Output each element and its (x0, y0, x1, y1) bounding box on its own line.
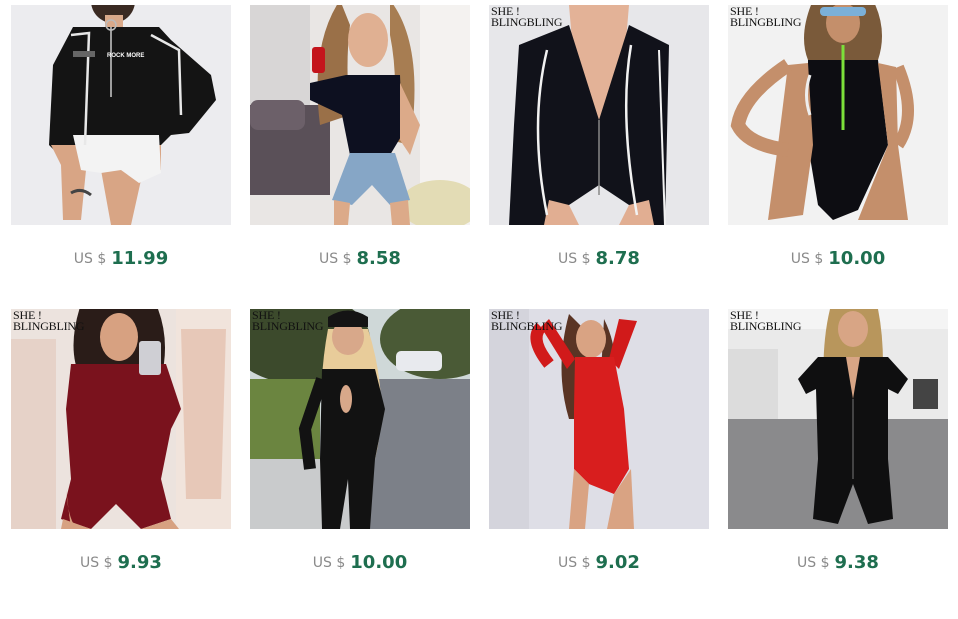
model-black-bodysuit-white-shorts-icon: ROCK MORE (11, 5, 231, 225)
product-card[interactable]: SHE ! BLINGBLING US $8.78 (489, 5, 709, 269)
currency-label: US $ (558, 251, 591, 267)
product-card[interactable]: SHE ! BLINGBLING US $9.02 (489, 309, 709, 573)
price-label: US $9.02 (489, 552, 709, 573)
brand-watermark: SHE ! BLINGBLING (730, 5, 802, 29)
product-image[interactable]: SHE ! BLINGBLING (250, 309, 470, 529)
svg-text:ROCK MORE: ROCK MORE (107, 53, 144, 59)
product-card[interactable]: US $8.58 (250, 5, 470, 269)
brand-watermark: SHE ! BLINGBLING (252, 309, 324, 333)
model-black-zip-romper-icon (728, 309, 948, 529)
model-red-bodysuit-icon (489, 309, 709, 529)
product-image[interactable] (250, 5, 470, 225)
price-label: US $8.78 (489, 248, 709, 269)
currency-label: US $ (558, 555, 591, 571)
model-black-keyhole-bodysuit-street-icon (250, 309, 470, 529)
product-card[interactable]: SHE ! BLINGBLING US $9.93 (11, 309, 231, 573)
product-image[interactable]: SHE ! BLINGBLING (728, 5, 948, 225)
price-value: 8.78 (595, 248, 640, 269)
model-one-shoulder-bodysuit-selfie-icon (250, 5, 470, 225)
model-burgundy-bodysuit-selfie-icon (11, 309, 231, 529)
price-label: US $9.93 (11, 552, 231, 573)
product-card[interactable]: SHE ! BLINGBLING US $9.38 (728, 309, 948, 573)
model-black-zip-swimsuit-icon (728, 5, 948, 225)
currency-label: US $ (73, 251, 107, 267)
product-card[interactable]: SHE ! BLINGBLING US $10.00 (728, 5, 948, 269)
black-zip-bodysuit-closeup-icon (489, 5, 709, 225)
price-label: US $8.58 (250, 248, 470, 269)
brand-watermark: SHE ! BLINGBLING (491, 309, 563, 333)
product-card[interactable]: SHE ! BLINGBLING US $10.00 (250, 309, 470, 573)
product-image[interactable]: SHE ! BLINGBLING (489, 309, 709, 529)
product-image[interactable]: SHE ! BLINGBLING (728, 309, 948, 529)
brand-watermark: SHE ! BLINGBLING (491, 5, 563, 29)
currency-label: US $ (312, 555, 346, 571)
price-label: US $10.00 (728, 248, 948, 269)
price-label: US $10.00 (250, 552, 470, 573)
currency-label: US $ (80, 555, 113, 571)
product-grid: ROCK MORE US $11.99 US $ 8.58 SHE ! BLIN… (0, 0, 958, 619)
currency-label: US $ (797, 555, 830, 571)
currency-label: US $ (319, 251, 352, 267)
price-label: US $9.38 (728, 552, 948, 573)
product-image[interactable]: ROCK MORE (11, 5, 231, 225)
price-label: US $11.99 (11, 248, 231, 269)
price-value: 10.00 (350, 552, 408, 573)
price-value: 9.02 (595, 552, 640, 573)
brand-watermark: SHE ! BLINGBLING (730, 309, 802, 333)
currency-label: US $ (790, 251, 824, 267)
price-value: 10.00 (828, 248, 886, 269)
price-value: 9.38 (834, 552, 879, 573)
product-image[interactable]: SHE ! BLINGBLING (11, 309, 231, 529)
brand-watermark: SHE ! BLINGBLING (13, 309, 85, 333)
product-card[interactable]: ROCK MORE US $11.99 (11, 5, 231, 269)
product-image[interactable]: SHE ! BLINGBLING (489, 5, 709, 225)
price-value: 11.99 (111, 248, 169, 269)
price-value: 8.58 (356, 248, 401, 269)
price-value: 9.93 (117, 552, 162, 573)
